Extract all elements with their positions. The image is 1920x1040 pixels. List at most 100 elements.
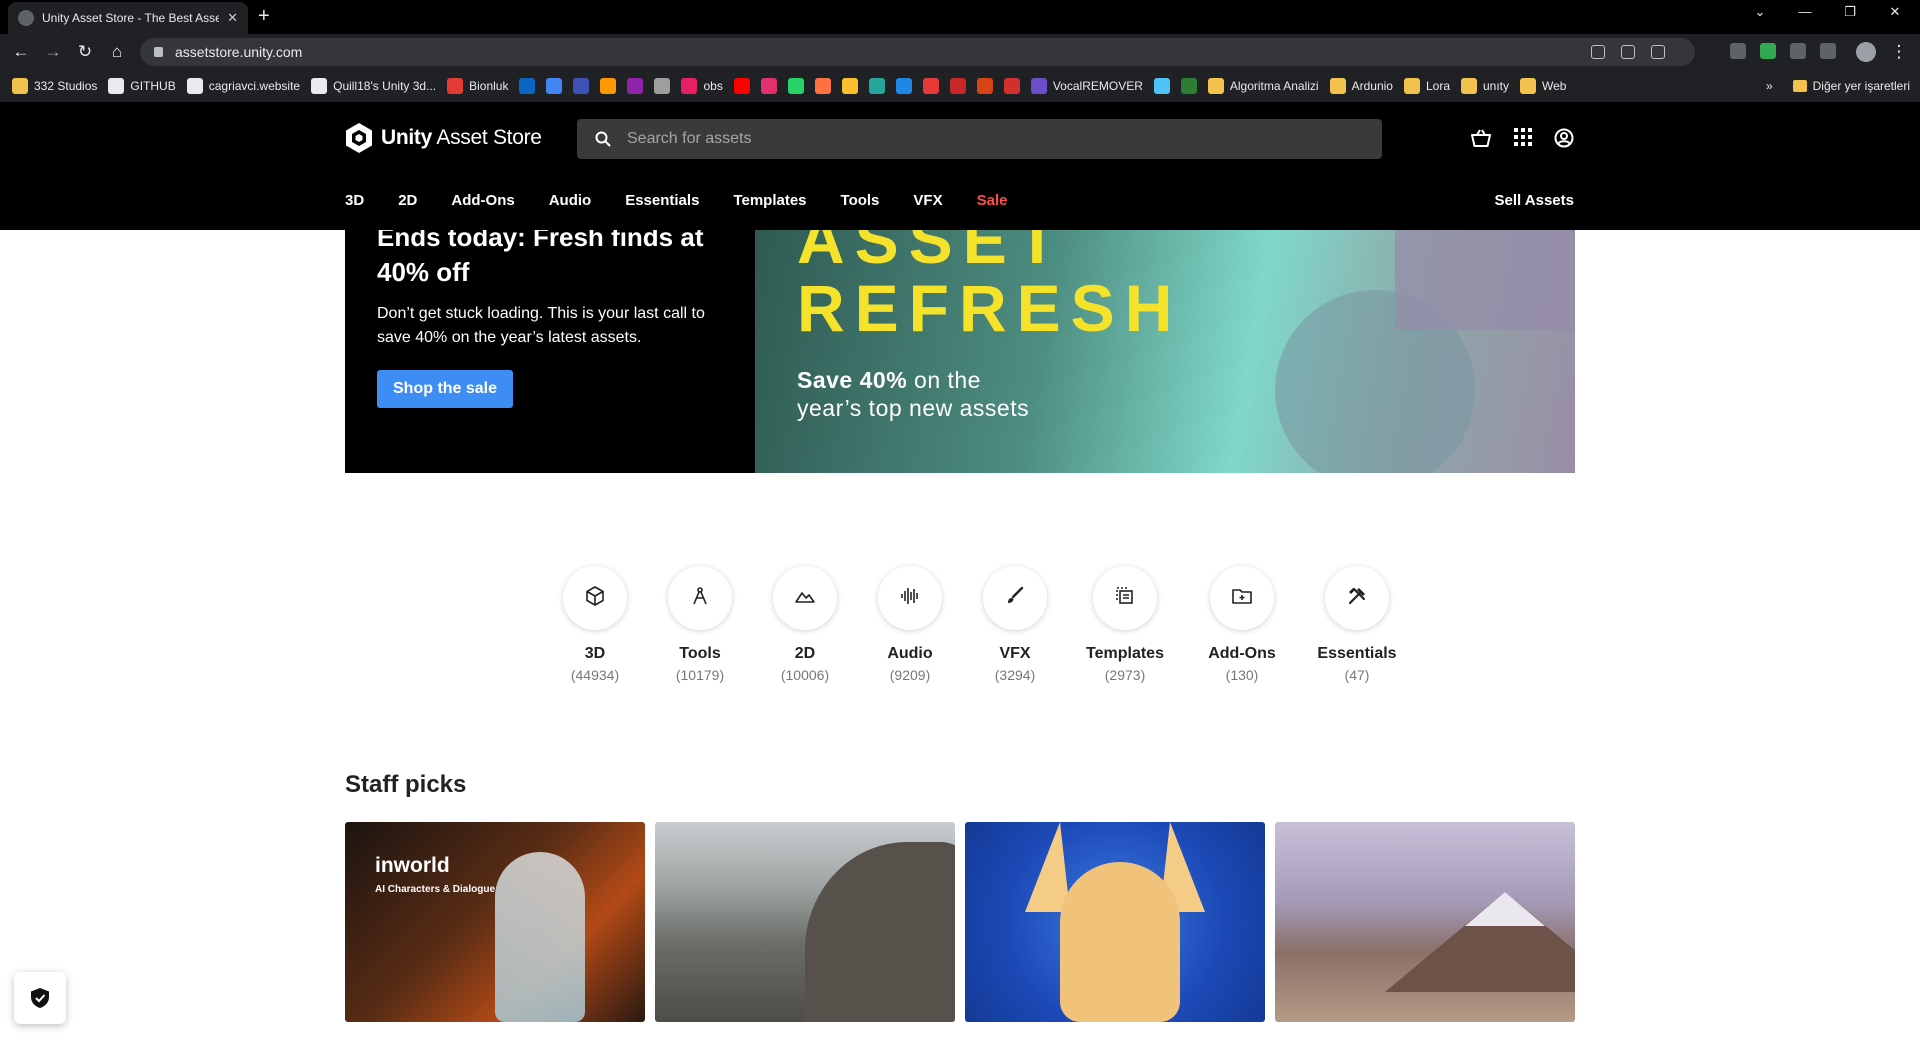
bookmark-favicon-icon: [895, 78, 912, 94]
bookmark-item[interactable]: [760, 78, 777, 94]
bookmark-item[interactable]: [627, 78, 644, 94]
staff-pick-card[interactable]: inworld AI Characters & Dialogue: [345, 822, 645, 1022]
sell-assets-link[interactable]: Sell Assets: [1495, 192, 1575, 209]
shop-the-sale-button[interactable]: Shop the sale: [377, 370, 514, 408]
bookmark-item[interactable]: GITHUB: [108, 78, 176, 94]
hero-banner[interactable]: Ends today: Fresh finds at 40% off Don’t…: [345, 230, 1575, 473]
bookmark-item[interactable]: [519, 78, 536, 94]
cart-icon[interactable]: [1470, 128, 1492, 148]
category-icon-circle[interactable]: [773, 566, 837, 630]
bookmark-item[interactable]: [922, 78, 939, 94]
bookmark-item[interactable]: Algoritma Analizi: [1207, 78, 1319, 94]
reload-icon[interactable]: ↻: [74, 41, 96, 63]
bookmark-item[interactable]: [868, 78, 885, 94]
bookmark-item[interactable]: [654, 78, 671, 94]
extension-icon[interactable]: [1730, 43, 1746, 59]
bookmark-star-icon[interactable]: [1651, 45, 1665, 59]
tab-search-icon[interactable]: ⌄: [1740, 4, 1780, 20]
category-add-ons[interactable]: Add-Ons (130): [1187, 566, 1297, 683]
category-templates[interactable]: Templates (2973): [1070, 566, 1180, 683]
share-icon[interactable]: [1621, 45, 1635, 59]
category-icon-circle[interactable]: [1325, 566, 1389, 630]
category-audio[interactable]: Audio (9209): [855, 566, 965, 683]
bookmark-item[interactable]: Lora: [1403, 78, 1450, 94]
staff-pick-card[interactable]: [1275, 822, 1575, 1022]
account-icon[interactable]: [1554, 128, 1574, 148]
staff-pick-card[interactable]: [965, 822, 1265, 1022]
nav-link-vfx[interactable]: VFX: [913, 192, 942, 209]
bookmark-item[interactable]: [573, 78, 590, 94]
bookmark-item[interactable]: 332 Studios: [12, 78, 97, 94]
bookmark-item[interactable]: [895, 78, 912, 94]
menu-dots-icon[interactable]: ⋮: [1888, 41, 1910, 63]
category-nav: 3D 2D Add-Ons Audio Essentials Templates Tools…: [345, 192, 1041, 209]
extension-icon[interactable]: [1760, 43, 1776, 59]
bookmark-favicon-icon: [922, 78, 939, 94]
category-icon-circle[interactable]: [983, 566, 1047, 630]
category-icon-circle[interactable]: [563, 566, 627, 630]
home-icon[interactable]: ⌂: [106, 41, 128, 63]
bookmark-item[interactable]: [1180, 78, 1197, 94]
bookmark-item[interactable]: [814, 78, 831, 94]
puzzle-icon[interactable]: [1790, 43, 1806, 59]
bookmark-item[interactable]: obs: [681, 78, 723, 94]
close-window-icon[interactable]: ✕: [1875, 4, 1915, 20]
new-tab-icon[interactable]: +: [258, 6, 270, 26]
privacy-settings-button[interactable]: [14, 972, 66, 1024]
nav-link-add-ons[interactable]: Add-Ons: [451, 192, 514, 209]
apps-grid-icon[interactable]: [1514, 128, 1532, 146]
bookmark-item[interactable]: Bionluk: [447, 78, 508, 94]
bookmark-item[interactable]: [976, 78, 993, 94]
category-essentials[interactable]: Essentials (47): [1302, 566, 1412, 683]
bookmark-item[interactable]: [546, 78, 563, 94]
nav-link-3d[interactable]: 3D: [345, 192, 364, 209]
bookmark-item[interactable]: Ardunio: [1329, 78, 1393, 94]
bookmark-item[interactable]: [949, 78, 966, 94]
forward-icon[interactable]: →: [42, 41, 64, 63]
other-bookmarks[interactable]: » Diğer yer işaretleri: [1757, 70, 1910, 102]
category-icon-circle[interactable]: [878, 566, 942, 630]
nav-link-essentials[interactable]: Essentials: [625, 192, 699, 209]
bookmark-item[interactable]: [841, 78, 858, 94]
bookmark-item[interactable]: Quill18's Unity 3d...: [311, 78, 436, 94]
install-app-icon[interactable]: [1591, 45, 1605, 59]
bookmark-item[interactable]: unıty: [1461, 78, 1509, 94]
nav-link-2d[interactable]: 2D: [398, 192, 417, 209]
bookmark-item[interactable]: [733, 78, 750, 94]
browser-tab-strip: Unity Asset Store - The Best Asse ✕ + ⌄ …: [0, 0, 1920, 34]
minimize-icon[interactable]: —: [1785, 4, 1825, 19]
bookmark-item[interactable]: VocalREMOVER: [1030, 78, 1143, 94]
category-icon-circle[interactable]: [668, 566, 732, 630]
category-vfx[interactable]: VFX (3294): [960, 566, 1070, 683]
search-icon[interactable]: [595, 131, 611, 147]
address-bar[interactable]: assetstore.unity.com: [140, 38, 1695, 66]
bookmarks-overflow-icon[interactable]: »: [1766, 79, 1773, 93]
category-3d[interactable]: 3D (44934): [540, 566, 650, 683]
bookmark-item[interactable]: cagriavci.website: [186, 78, 300, 94]
browser-tab[interactable]: Unity Asset Store - The Best Asse ✕: [8, 2, 248, 34]
category-icon-circle[interactable]: [1093, 566, 1157, 630]
bookmark-item[interactable]: [1003, 78, 1020, 94]
search-input[interactable]: [627, 130, 1327, 148]
side-panel-icon[interactable]: [1820, 43, 1836, 59]
hero-image[interactable]: ASSET REFRESH Save 40% on the year’s top…: [755, 230, 1575, 473]
category-2d[interactable]: 2D (10006): [750, 566, 860, 683]
nav-link-templates[interactable]: Templates: [733, 192, 806, 209]
close-tab-icon[interactable]: ✕: [227, 10, 238, 26]
bookmark-favicon-icon: [1329, 78, 1346, 94]
back-icon[interactable]: ←: [10, 41, 32, 63]
bookmark-item[interactable]: Web: [1520, 78, 1566, 94]
profile-avatar[interactable]: [1856, 42, 1876, 62]
restore-icon[interactable]: ❐: [1830, 4, 1870, 20]
nav-link-tools[interactable]: Tools: [841, 192, 880, 209]
category-tools[interactable]: Tools (10179): [645, 566, 755, 683]
staff-pick-card[interactable]: [655, 822, 955, 1022]
bookmark-item[interactable]: [787, 78, 804, 94]
url-text[interactable]: assetstore.unity.com: [175, 44, 302, 60]
bookmark-item[interactable]: [1153, 78, 1170, 94]
unity-asset-store-logo[interactable]: Unity Asset Store: [345, 122, 542, 154]
bookmark-item[interactable]: [600, 78, 617, 94]
nav-link-audio[interactable]: Audio: [549, 192, 592, 209]
category-icon-circle[interactable]: [1210, 566, 1274, 630]
nav-link-sale[interactable]: Sale: [977, 192, 1008, 209]
